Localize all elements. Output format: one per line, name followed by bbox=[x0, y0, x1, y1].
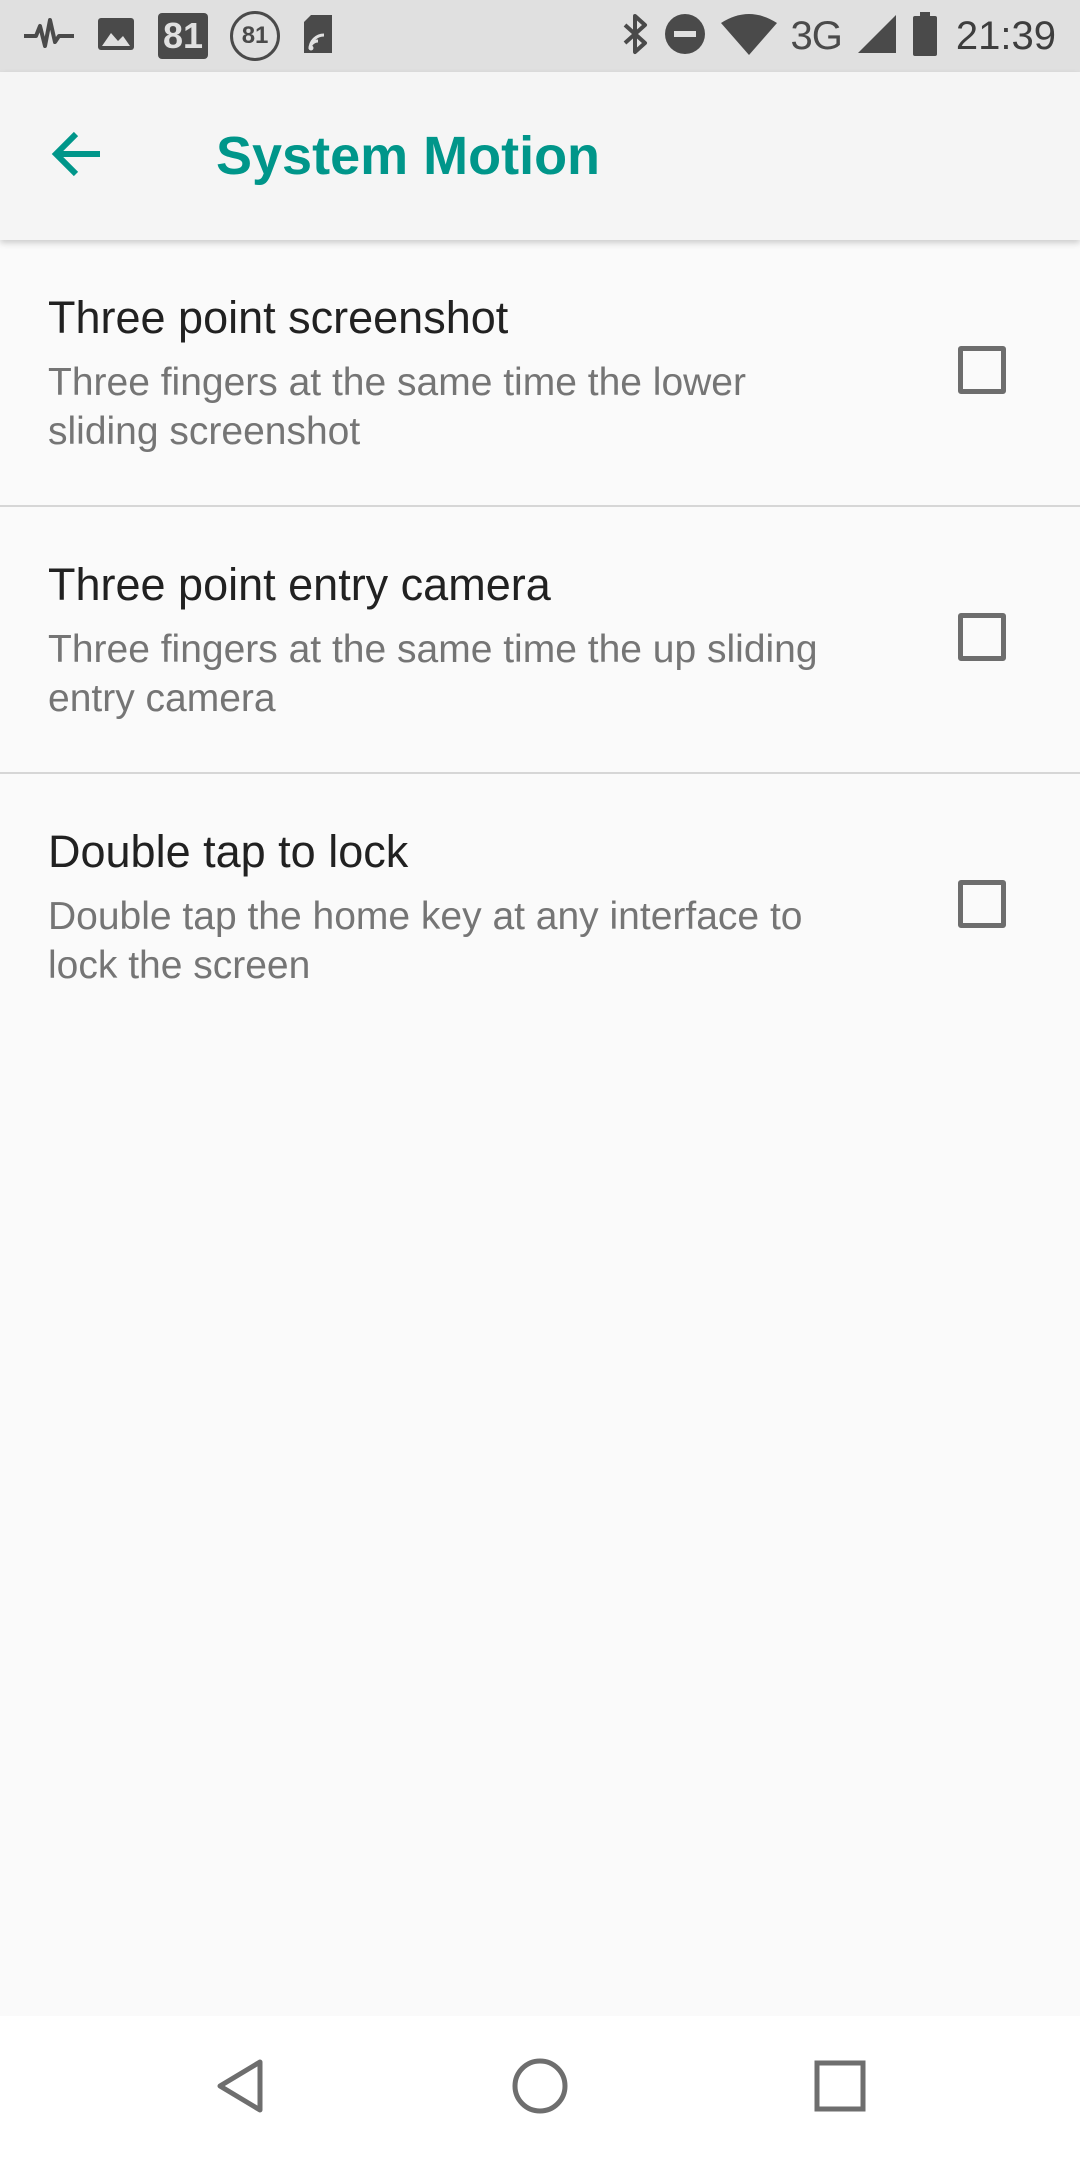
status-bar-right: 3G 21:39 bbox=[607, 0, 1056, 72]
cell-signal-icon bbox=[856, 13, 898, 60]
do-not-disturb-icon bbox=[663, 12, 707, 61]
setting-summary: Three fingers at the same time the lower… bbox=[48, 361, 746, 453]
nav-home-icon bbox=[510, 2056, 570, 2121]
three-point-entry-camera-checkbox[interactable] bbox=[958, 613, 1006, 661]
wifi-icon bbox=[720, 13, 777, 60]
screen: 81 81 3G 21:39 System Motion Three point… bbox=[0, 0, 1080, 2160]
nav-back-button[interactable] bbox=[190, 2038, 290, 2138]
three-point-screenshot-checkbox[interactable] bbox=[958, 346, 1006, 394]
badge-81-icon: 81 bbox=[158, 13, 209, 59]
setting-row-three-point-entry-camera[interactable]: Three point entry camera Three fingers a… bbox=[0, 507, 1080, 774]
page-title: System Motion bbox=[216, 126, 601, 186]
app-bar: System Motion bbox=[0, 72, 1080, 240]
nav-recents-icon bbox=[812, 2058, 868, 2119]
nav-back-icon bbox=[212, 2056, 268, 2121]
sd-card-icon bbox=[302, 13, 334, 60]
setting-row-three-point-screenshot[interactable]: Three point screenshot Three fingers at … bbox=[0, 240, 1080, 507]
setting-title: Double tap to lock bbox=[48, 826, 409, 877]
setting-title: Three point screenshot bbox=[48, 292, 509, 343]
battery-icon bbox=[912, 11, 938, 61]
bluetooth-icon bbox=[621, 13, 649, 60]
nav-recents-button[interactable] bbox=[790, 2038, 890, 2138]
setting-title: Three point entry camera bbox=[48, 559, 551, 610]
image-icon bbox=[96, 14, 136, 59]
navigation-bar bbox=[0, 2016, 1080, 2160]
setting-row-double-tap-to-lock[interactable]: Double tap to lock Double tap the home k… bbox=[0, 774, 1080, 1041]
pulse-icon bbox=[24, 14, 74, 59]
circle-81-icon: 81 bbox=[230, 11, 281, 61]
status-bar-left: 81 81 bbox=[24, 0, 356, 72]
network-type-label: 3G bbox=[790, 13, 843, 58]
arrow-back-icon bbox=[50, 126, 106, 187]
setting-summary: Three fingers at the same time the up sl… bbox=[48, 628, 818, 720]
setting-summary: Double tap the home key at any interface… bbox=[48, 895, 803, 987]
clock: 21:39 bbox=[955, 13, 1056, 58]
double-tap-to-lock-checkbox[interactable] bbox=[958, 880, 1006, 928]
nav-home-button[interactable] bbox=[490, 2038, 590, 2138]
back-button[interactable] bbox=[36, 114, 120, 198]
settings-list: Three point screenshot Three fingers at … bbox=[0, 240, 1080, 1041]
status-bar: 81 81 3G 21:39 bbox=[0, 0, 1080, 72]
